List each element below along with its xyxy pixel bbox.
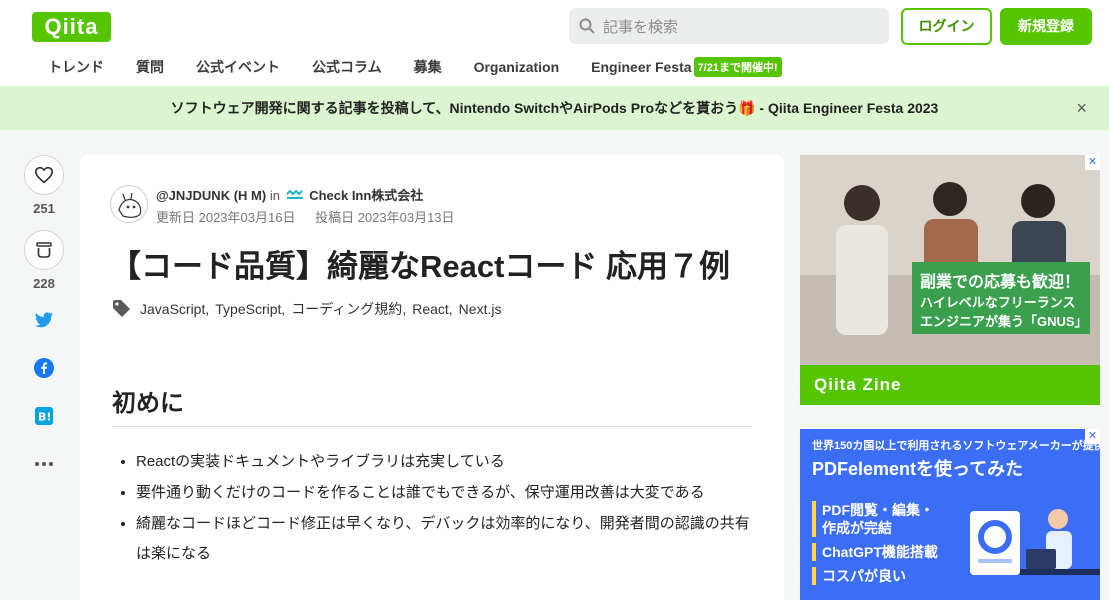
updated-date: 更新日 2023年03月16日 — [156, 210, 296, 225]
main-nav: トレンド 質問 公式イベント 公式コラム 募集 Organization Eng… — [32, 56, 782, 78]
nav-questions[interactable]: 質問 — [136, 57, 164, 77]
login-button[interactable]: ログイン — [901, 8, 992, 45]
tag-list: JavaScript, TypeScript, コーディング規約, React,… — [112, 299, 507, 319]
ad2-close-icon[interactable]: ✕ — [1085, 429, 1100, 444]
tag-coding-rules[interactable]: コーディング規約, — [291, 299, 406, 319]
ad2-illustration — [970, 509, 1100, 575]
ad2-feature-3: コスパが良い — [812, 567, 906, 585]
ad2-feature-2: ChatGPT機能搭載 — [812, 543, 938, 561]
bullet-list: Reactの実装ドキュメントやライブラリは充実している 要件通り動くだけのコード… — [136, 447, 756, 570]
festa-badge: 7/21まで開催中! — [693, 57, 782, 77]
like-button[interactable] — [24, 155, 64, 195]
more-actions-button[interactable] — [24, 449, 64, 479]
ad2-subtitle: 世界150カ国以上で利用されるソフトウェアメーカーが提供 — [812, 440, 1100, 452]
qiita-zine-ad[interactable]: 副業での応募も歓迎！ ハイレベルなフリーランス エンジニアが集う「GNUS」 Q… — [800, 155, 1100, 405]
nav-official-columns[interactable]: 公式コラム — [312, 57, 382, 77]
ad-caption-line3: エンジニアが集う「GNUS」 — [920, 314, 1088, 329]
nav-recruit[interactable]: 募集 — [414, 57, 442, 77]
article-title: 【コード品質】綺麗なReactコード 応用７例 — [110, 249, 731, 284]
facebook-share-button[interactable] — [24, 353, 64, 383]
posted-date: 投稿日 2023年03月13日 — [315, 210, 455, 225]
banner-text[interactable]: ソフトウェア開発に関する記事を投稿して、Nintendo SwitchやAirP… — [171, 98, 939, 118]
ad-close-icon[interactable]: ✕ — [1085, 155, 1100, 170]
stock-icon — [36, 242, 52, 258]
stock-count: 228 — [33, 276, 55, 291]
pdfelement-ad[interactable]: 世界150カ国以上で利用されるソフトウェアメーカーが提供 PDFelementを… — [800, 429, 1100, 600]
ad-caption-line2: ハイレベルなフリーランス — [920, 295, 1076, 310]
search-placeholder: 記事を検索 — [603, 18, 679, 36]
article-card: @JNJDUNK (H M) in Check Inn株式会社 更新日 2023… — [80, 155, 784, 600]
heart-icon — [34, 166, 54, 184]
signup-button[interactable]: 新規登録 — [1000, 8, 1092, 45]
author-avatar[interactable] — [110, 185, 148, 223]
more-icon — [35, 462, 53, 466]
tag-typescript[interactable]: TypeScript, — [215, 301, 285, 317]
ad2-feature-1: PDF閲覧・編集・ 作成が完結 — [812, 501, 934, 537]
hatena-share-button[interactable]: B! — [24, 401, 64, 431]
search-input[interactable]: 記事を検索 — [569, 8, 889, 44]
twitter-icon — [34, 311, 54, 327]
nav-engineer-festa[interactable]: Engineer Festa — [591, 59, 691, 75]
list-item: 綺麗なコードほどコード修正は早くなり、デバックは効率的になり、開発者間の認識の共… — [136, 509, 756, 569]
organization-name[interactable]: Check Inn株式会社 — [309, 188, 423, 203]
list-item: 要件通り動くだけのコードを作ることは誰でもできるが、保守運用改善は大変である — [136, 478, 756, 508]
organization-logo-icon — [285, 189, 303, 199]
qiita-zine-label: Qiita Zine — [800, 365, 1100, 405]
in-label: in — [269, 188, 280, 203]
ad2-title: PDFelementを使ってみた — [812, 459, 1024, 479]
nav-trend[interactable]: トレンド — [48, 57, 104, 77]
like-count: 251 — [33, 201, 55, 216]
article-actions: 251 228 B! — [24, 155, 64, 497]
festa-banner[interactable]: ソフトウェア開発に関する記事を投稿して、Nintendo SwitchやAirP… — [0, 86, 1109, 130]
tag-icon — [113, 300, 130, 317]
section-heading: 初めに — [112, 383, 752, 427]
svg-text:B!: B! — [38, 411, 51, 424]
header: Qiita 記事を検索 ログイン 新規登録 トレンド 質問 公式イベント 公式コ… — [0, 0, 1109, 86]
ad-caption-line1: 副業での応募も歓迎！ — [920, 274, 1081, 291]
facebook-icon — [34, 358, 54, 378]
list-item: Reactの実装ドキュメントやライブラリは充実している — [136, 447, 756, 477]
tag-nextjs[interactable]: Next.js — [459, 301, 502, 317]
stock-button[interactable] — [24, 230, 64, 270]
nav-official-events[interactable]: 公式イベント — [196, 57, 280, 77]
tag-javascript[interactable]: JavaScript, — [140, 301, 209, 317]
author-name[interactable]: @JNJDUNK (H M) — [156, 188, 266, 203]
ad-caption: 副業での応募も歓迎！ ハイレベルなフリーランス エンジニアが集う「GNUS」 — [912, 262, 1090, 334]
twitter-share-button[interactable] — [24, 305, 64, 335]
close-icon[interactable]: × — [1076, 98, 1087, 119]
qiita-logo[interactable]: Qiita — [32, 12, 111, 42]
hatena-bookmark-icon: B! — [35, 407, 53, 425]
nav-organization[interactable]: Organization — [474, 59, 560, 75]
search-icon — [579, 18, 595, 34]
tag-react[interactable]: React, — [412, 301, 452, 317]
author-info: @JNJDUNK (H M) in Check Inn株式会社 更新日 2023… — [110, 185, 471, 226]
